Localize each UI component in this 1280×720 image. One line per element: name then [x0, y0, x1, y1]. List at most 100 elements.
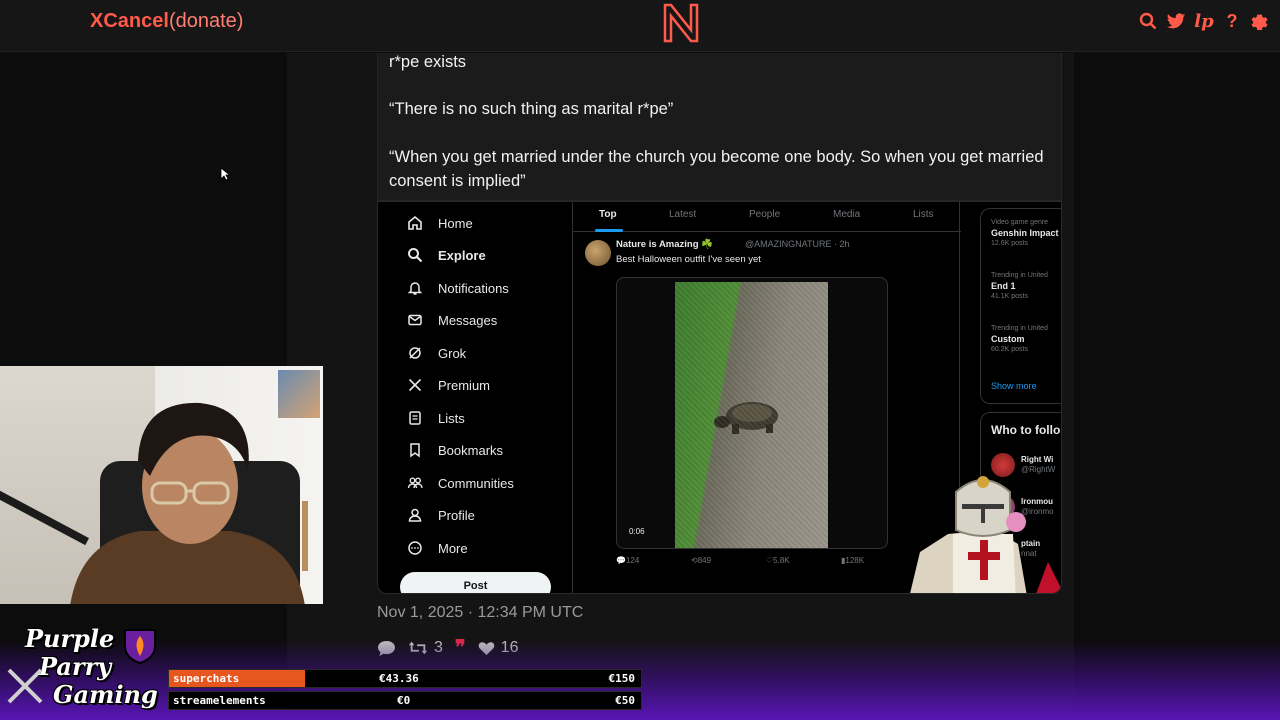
goal-target: €150	[608, 672, 636, 685]
who-to-follow-title: Who to follo	[991, 423, 1061, 437]
x-post-text: Best Halloween outfit I've seen yet	[616, 254, 761, 265]
tweet-date[interactable]: Nov 1, 2025 · 12:34 PM UTC	[377, 604, 583, 622]
x-nav-label: Explore	[438, 247, 486, 263]
tweet-attached-image[interactable]: Home Explore Notifications Messages Grok…	[377, 201, 1062, 594]
top-navbar: XCancel(donate) lp ?	[0, 0, 1280, 52]
x-post-avatar	[585, 240, 611, 266]
profile-icon	[406, 506, 424, 524]
crossed-swords-icon	[7, 668, 43, 704]
x-nav-label: Premium	[438, 377, 491, 393]
x-tab-latest: Latest	[669, 209, 697, 220]
trends-box: Video game genre Genshin Impact 12.6K po…	[980, 208, 1061, 404]
search-icon	[406, 246, 424, 264]
lp-icon[interactable]: lp	[1194, 10, 1214, 32]
x-nav-more: More	[406, 539, 468, 557]
trend-context: Video game genre	[991, 219, 1049, 226]
x-tab-people: People	[749, 209, 781, 220]
x-nav-label: Home	[438, 215, 473, 231]
bookmark-icon	[406, 441, 424, 459]
trend-name: Custom	[991, 334, 1025, 344]
logo-word: Purple	[25, 624, 115, 653]
goal-target: €50	[615, 694, 635, 707]
x-nav-bookmarks: Bookmarks	[406, 441, 503, 459]
x-nav-profile: Profile	[406, 506, 475, 524]
brand-name[interactable]: XCancel	[90, 10, 169, 32]
x-nav-premium: Premium	[406, 376, 490, 394]
x-repost-count: ⟲ 849	[691, 556, 712, 565]
trend-count: 41.1K posts	[991, 293, 1028, 300]
x-nav-communities: Communities	[406, 474, 514, 492]
x-nav-label: Grok	[438, 345, 467, 361]
channel-logo: Purple Parry Gaming	[5, 622, 167, 718]
x-post-handle: @AMAZINGNATURE · 2h	[745, 239, 850, 249]
x-nav-label: Profile	[438, 507, 475, 523]
x-sidebar: Home Explore Notifications Messages Grok…	[378, 202, 572, 593]
goal-bar-superchats: superchats €43.36 €150	[168, 669, 642, 688]
webcam-overlay	[0, 366, 323, 604]
x-tabs: Top Latest People Media Lists	[573, 202, 961, 232]
follow-name: Right Wi	[1021, 455, 1054, 464]
lp-label: lp	[1194, 10, 1214, 32]
goal-current: €0	[397, 694, 411, 707]
x-icon	[406, 376, 424, 394]
x-nav-label: More	[438, 540, 468, 556]
help-icon[interactable]: ?	[1222, 10, 1242, 32]
video-duration: 0:06	[629, 527, 645, 536]
logo-word: Parry	[39, 652, 112, 681]
donate-link[interactable]: (donate)	[169, 10, 244, 32]
x-tab-lists: Lists	[913, 209, 934, 220]
grok-icon	[406, 344, 424, 362]
list-icon	[406, 409, 424, 427]
x-nav-lists: Lists	[406, 409, 465, 427]
x-post-author: Nature is Amazing ☘️	[616, 239, 713, 250]
x-like-count: ♡ 5.8K	[766, 556, 790, 565]
tweet-content: r*pe exists “There is no such thing as m…	[377, 53, 1062, 201]
streamer-video	[70, 402, 308, 604]
goal-name: streamelements	[173, 694, 266, 707]
x-view-count: ▮ 128K	[841, 556, 865, 565]
trend-item: Trending in United Custom 60.2K posts	[991, 325, 1048, 353]
mouse-cursor-icon	[220, 167, 230, 181]
x-nav-label: Lists	[438, 410, 465, 426]
nitter-logo[interactable]	[662, 2, 700, 44]
x-nav-label: Messages	[438, 312, 498, 328]
x-nav-messages: Messages	[406, 311, 497, 329]
goal-current: €43.36	[379, 672, 419, 685]
knight-mascot-overlay	[910, 476, 1061, 593]
x-tab-media: Media	[833, 209, 861, 220]
twitter-icon[interactable]	[1166, 10, 1186, 32]
goal-bar-streamelements: streamelements €0 €50	[168, 691, 642, 710]
trend-count: 12.6K posts	[991, 240, 1028, 247]
logo-word: Gaming	[53, 680, 158, 709]
view-count: 128K	[845, 556, 865, 565]
settings-icon[interactable]	[1250, 10, 1270, 32]
tweet-paragraph: “There is no such thing as marital r*pe”	[389, 100, 674, 118]
show-more-link: Show more	[991, 381, 1037, 391]
brand-link[interactable]: XCancel(donate)	[90, 10, 243, 33]
communities-icon	[406, 474, 424, 492]
help-label: ?	[1226, 10, 1238, 31]
trend-count: 60.2K posts	[991, 346, 1028, 353]
x-post-actions: 💬 124 ⟲ 849 ♡ 5.8K ▮ 128K	[616, 556, 916, 570]
trend-name: End 1	[991, 281, 1016, 291]
x-post-video: 0:06	[616, 277, 888, 549]
more-icon	[406, 539, 424, 557]
trend-item: Video game genre Genshin Impact 12.6K po…	[991, 219, 1059, 247]
trend-name: Genshin Impact	[991, 228, 1059, 238]
tweet-paragraph: “When you get married under the church y…	[389, 148, 1044, 190]
trend-context: Trending in United	[991, 325, 1048, 332]
turtle-image	[714, 402, 778, 434]
x-reply-count: 💬 124	[616, 556, 640, 565]
nav-icons: lp ?	[1138, 10, 1270, 32]
x-nav-label: Bookmarks	[438, 442, 504, 458]
shield-icon	[124, 629, 156, 664]
x-nav-explore: Explore	[406, 246, 486, 264]
search-icon[interactable]	[1138, 10, 1158, 32]
trend-item: Trending in United End 1 41.1K posts	[991, 272, 1048, 300]
x-post-button: Post	[400, 572, 551, 593]
x-nav-notifications: Notifications	[406, 279, 509, 297]
like-count: 5.8K	[773, 556, 790, 565]
repost-count: 849	[697, 556, 712, 565]
x-nav-label: Communities	[438, 475, 514, 491]
reply-count: 124	[625, 556, 640, 565]
